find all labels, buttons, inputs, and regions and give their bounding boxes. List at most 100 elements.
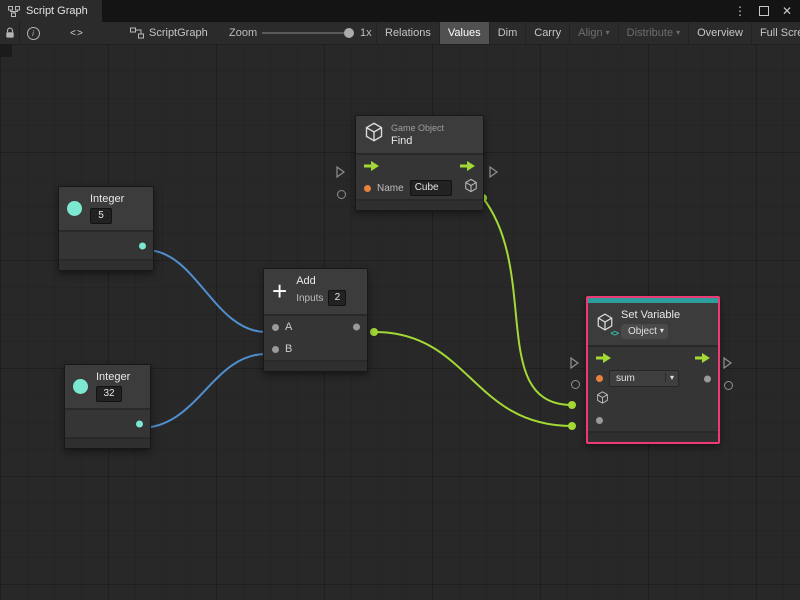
node-title: Find [391,135,444,147]
node-integer-2[interactable]: Integer 32 [64,364,151,449]
add-icon: + [272,280,287,302]
canvas-corner [0,44,12,57]
code-mark-icon: <> [611,329,618,338]
inputs-label: Inputs [296,293,323,304]
input-port-a[interactable] [272,324,279,331]
port-row-a: A [264,316,367,338]
node-footer [59,259,153,270]
node-header: Integer 32 [65,365,150,410]
flow-row [588,347,718,368]
tab-script-graph[interactable]: Script Graph [0,0,102,22]
graph-canvas[interactable]: Integer 5 Integer 32 + Add [0,44,800,600]
dropdown-caret-icon [662,371,674,386]
zoom-slider-handle[interactable] [344,28,354,38]
integer-type-icon [67,201,82,216]
flow-in-port[interactable] [596,353,612,363]
object-target-port[interactable] [596,391,609,409]
relations-button[interactable]: Relations [376,22,439,44]
title-bar: Script Graph ⋮ ✕ [0,0,800,22]
flow-in-port[interactable] [364,161,380,171]
name-input-port[interactable] [364,185,371,192]
maximize-icon[interactable] [759,6,769,16]
flow-out-marker-icon[interactable] [489,166,498,178]
name-value-field[interactable]: Cube [410,180,452,196]
overview-button[interactable]: Overview [688,22,751,44]
node-set-variable[interactable]: <> Set Variable Object sum [586,296,720,444]
node-title: Add [296,275,346,287]
flow-in-marker-icon[interactable] [570,357,579,369]
script-graph-tab-icon [8,6,20,17]
wire-integer5-to-add-a[interactable] [146,250,266,332]
node-title: Set Variable [621,309,680,321]
inputs-count-field[interactable]: 2 [328,290,346,306]
flow-out-marker-icon[interactable] [723,357,732,369]
zoom-label: Zoom [229,22,257,44]
node-header: <> Set Variable Object [588,303,718,347]
node-add[interactable]: + Add Inputs 2 A B [263,268,368,372]
graph-toolbar: i <> ScriptGraph Zoom 1x Relations Value… [0,22,800,45]
node-ports [65,410,150,437]
value-output-port[interactable] [704,375,711,382]
info-icon: i [27,27,40,40]
variable-name-dropdown[interactable]: sum [609,370,679,387]
carry-button[interactable]: Carry [525,22,569,44]
node-header: Integer 5 [59,187,153,232]
lock-icon [5,27,15,39]
node-integer-1[interactable]: Integer 5 [58,186,154,271]
align-button[interactable]: Align [569,22,617,44]
fullscreen-button[interactable]: Full Screen [751,22,800,44]
node-ports: sum [588,347,718,431]
code-view-button[interactable]: <> [58,22,96,44]
value-input-port[interactable] [596,417,603,424]
flow-row [356,155,483,177]
dropdown-caret-icon [657,324,664,339]
zoom-value: 1x [360,22,372,44]
integer-output-port[interactable] [136,420,143,427]
set-variable-icon: <> [596,313,614,336]
integer-value-field[interactable]: 32 [96,386,122,402]
dropdown-caret-icon [673,27,680,39]
flow-in-marker-icon[interactable] [336,166,345,178]
close-icon[interactable]: ✕ [782,5,792,17]
values-button[interactable]: Values [439,22,489,44]
node-header: + Add Inputs 2 [264,269,367,316]
distribute-button[interactable]: Distribute [618,22,688,44]
integer-type-icon [73,379,88,394]
gameobject-output-port[interactable] [464,179,478,198]
object-target-row [588,389,718,410]
graph-name-group[interactable]: ScriptGraph [130,22,208,44]
flow-out-port[interactable] [695,353,711,363]
node-title: Integer [96,371,130,383]
input-port-b[interactable] [272,346,279,353]
integer-value-field[interactable]: 5 [90,208,112,224]
port-label-b: B [285,343,292,355]
wire-integer32-to-add-b[interactable] [140,354,266,428]
variable-scope-dropdown[interactable]: Object [621,324,668,339]
node-ports [59,232,153,259]
zoom-slider-track[interactable] [262,32,354,34]
wire-add-to-setvariable-value[interactable] [374,332,572,426]
add-output-port[interactable] [353,324,360,331]
flow-out-port[interactable] [460,161,476,171]
wire-find-to-setvariable-object[interactable] [483,198,572,405]
node-category: Game Object [391,123,444,133]
dropdown-caret-icon [603,27,610,39]
node-find[interactable]: Game Object Find Name Cube [355,115,484,211]
port-row-b: B [264,338,367,360]
variable-name-port[interactable] [596,375,603,382]
name-label: Name [377,183,404,194]
value-in-marker-icon[interactable] [571,380,580,389]
zoom-slider[interactable] [262,22,354,44]
window-menu-icon[interactable]: ⋮ [734,5,746,17]
graph-name-label: ScriptGraph [149,27,208,39]
name-row: Name Cube [356,177,483,199]
value-out-marker-icon[interactable] [724,381,733,390]
script-graph-icon [130,27,144,39]
value-in-marker-icon[interactable] [337,190,346,199]
code-icon: <> [70,28,84,39]
dim-button[interactable]: Dim [489,22,526,44]
lock-button[interactable] [0,22,20,44]
integer-output-port[interactable] [139,242,146,249]
inspect-button[interactable]: i [20,22,46,44]
game-object-cube-icon [364,122,384,147]
